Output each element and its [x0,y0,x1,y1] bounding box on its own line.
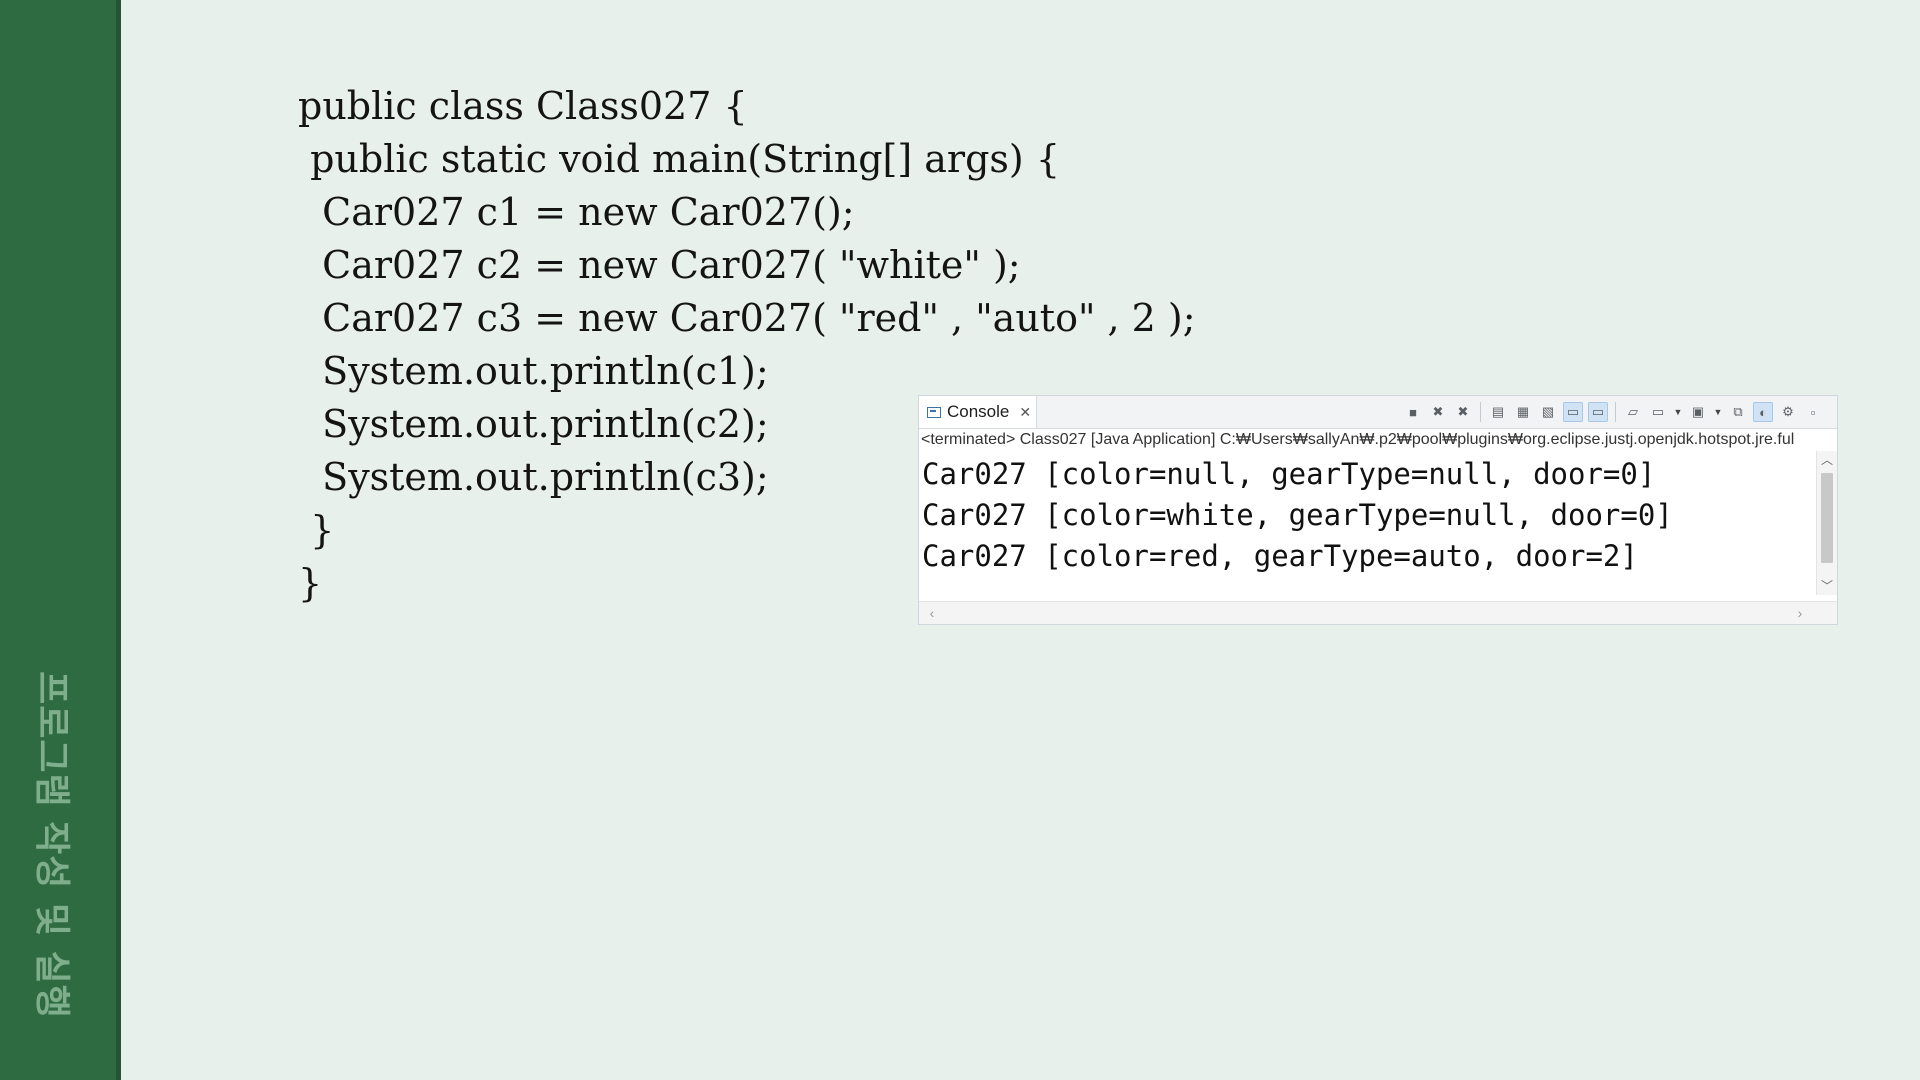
vertical-scrollbar[interactable]: ︿ ﹀ [1816,451,1837,595]
minimize-icon[interactable]: ▫ [1803,402,1823,422]
remove-launch-icon[interactable]: ✖ [1428,402,1448,422]
console-toolbar: ■ ✖ ✖ ▤ ▦ ▧ ▭ ▭ ▱ ▭ ▼ ▣ ▼ ⧉ ◐ ⚙ ▫ [1403,400,1823,424]
display-selected-console-icon[interactable]: ▭ [1648,402,1668,422]
word-wrap-icon[interactable]: ▧ [1538,402,1558,422]
open-console-icon[interactable]: ▣ [1688,402,1708,422]
output-line: Car027 [color=null, gearType=null, door=… [922,457,1656,491]
show-on-stderr-icon[interactable]: ▭ [1588,402,1608,422]
chevron-down-icon[interactable]: ▼ [1713,402,1723,422]
terminate-icon[interactable]: ■ [1403,402,1423,422]
code-line: Car027 c2 = new Car027( "white" ); [298,243,1021,287]
pin-console-icon[interactable]: ▱ [1623,402,1643,422]
console-window: Console ✕ ■ ✖ ✖ ▤ ▦ ▧ ▭ ▭ ▱ ▭ ▼ ▣ ▼ ⧉ ◐ … [918,395,1838,625]
horizontal-scrollbar[interactable]: ‹ › [919,601,1837,624]
code-line: public class Class027 { [298,84,748,128]
console-header: Console ✕ ■ ✖ ✖ ▤ ▦ ▧ ▭ ▭ ▱ ▭ ▼ ▣ ▼ ⧉ ◐ … [919,396,1837,429]
show-on-stdout-icon[interactable]: ▭ [1563,402,1583,422]
chevron-up-icon[interactable]: ︿ [1817,451,1837,469]
output-line: Car027 [color=red, gearType=auto, door=2… [922,539,1638,573]
launch-status-line: <terminated> Class027 [Java Application]… [921,431,1795,448]
console-icon [927,406,941,418]
scrollbar-thumb[interactable] [1821,473,1833,563]
settings-icon[interactable]: ⚙ [1778,402,1798,422]
toggle-view-icon[interactable]: ◐ [1753,402,1773,422]
scroll-lock-icon[interactable]: ▦ [1513,402,1533,422]
copy-icon[interactable]: ⧉ [1728,402,1748,422]
console-tab-label: Console [947,402,1010,421]
chevron-down-icon[interactable]: ▼ [1673,402,1683,422]
remove-all-terminated-icon[interactable]: ✖ [1453,402,1473,422]
code-line: Car027 c1 = new Car027(); [298,190,855,234]
sidebar-vertical-title: 프로그램 작성 및 실행 [31,671,72,1019]
toolbar-separator [1480,402,1481,422]
chevron-right-icon[interactable]: › [1791,602,1809,624]
chevron-down-icon[interactable]: ﹀ [1817,577,1837,595]
console-output[interactable]: Car027 [color=null, gearType=null, door=… [922,454,1673,577]
clear-console-icon[interactable]: ▤ [1488,402,1508,422]
output-line: Car027 [color=white, gearType=null, door… [922,498,1673,532]
code-line: Car027 c3 = new Car027( "red" , "auto" ,… [298,296,1196,340]
toolbar-separator [1615,402,1616,422]
close-icon[interactable]: ✕ [1019,404,1031,421]
sidebar-title-container: 프로그램 작성 및 실행 [20,671,90,1019]
sidebar-edge [116,0,121,1080]
code-line: System.out.println(c1); [298,349,769,393]
chevron-left-icon[interactable]: ‹ [923,602,941,624]
code-line: public static void main(String[] args) { [298,137,1061,181]
console-tab[interactable]: Console ✕ [919,396,1037,428]
